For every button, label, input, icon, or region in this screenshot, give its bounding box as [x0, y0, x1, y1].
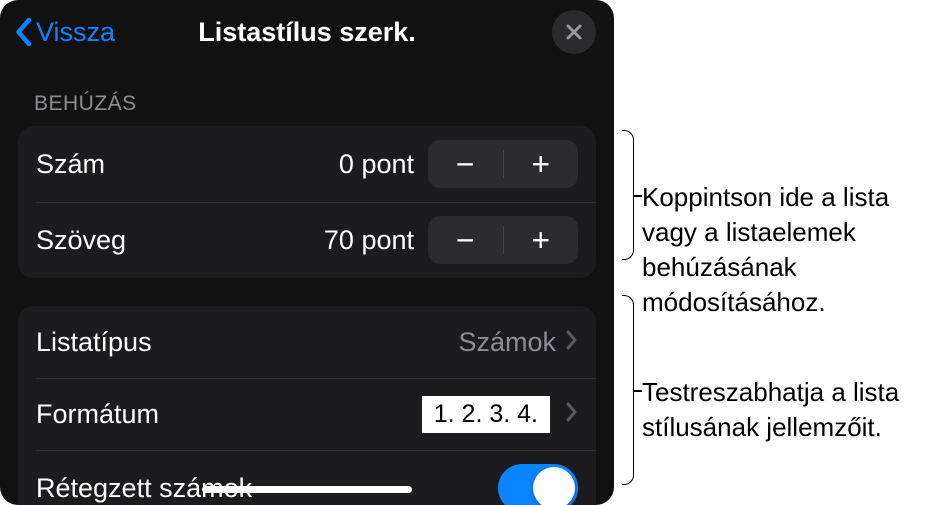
style-group: Listatípus Számok Formátum 1. 2. 3. 4. R… [18, 306, 596, 505]
page-title: Listastílus szerk. [198, 17, 416, 48]
section-label: BEHÚZÁS [0, 64, 614, 126]
tiered-numbers-toggle[interactable] [498, 464, 578, 505]
callout-line [634, 195, 642, 197]
format-label: Formátum [36, 399, 422, 430]
close-button[interactable] [552, 10, 596, 54]
header: Vissza Listastílus szerk. [0, 0, 614, 64]
style-annotation: Testreszabhatja a lista stílusának jelle… [642, 375, 942, 445]
callout-bracket [622, 295, 634, 485]
home-indicator [202, 486, 412, 493]
indent-number-row: Szám 0 pont − + [18, 126, 596, 202]
callout-line [634, 390, 642, 392]
format-preview: 1. 2. 3. 4. [422, 396, 550, 433]
indent-text-label: Szöveg [36, 225, 324, 256]
increment-button[interactable]: + [504, 216, 579, 264]
list-type-row[interactable]: Listatípus Számok [18, 306, 596, 378]
indent-text-stepper: − + [428, 216, 578, 264]
back-button[interactable]: Vissza [14, 17, 115, 48]
indent-text-value: 70 pont [324, 225, 414, 256]
chevron-right-icon [566, 330, 578, 355]
format-row[interactable]: Formátum 1. 2. 3. 4. [18, 378, 596, 450]
list-type-label: Listatípus [36, 327, 458, 358]
indent-text-row: Szöveg 70 pont − + [18, 202, 596, 278]
decrement-button[interactable]: − [428, 140, 503, 188]
indent-annotation: Koppintson ide a lista vagy a listaeleme… [642, 180, 942, 320]
annotations: Koppintson ide a lista vagy a listaeleme… [614, 0, 952, 505]
increment-button[interactable]: + [504, 140, 579, 188]
indent-number-stepper: − + [428, 140, 578, 188]
indent-number-value: 0 pont [339, 149, 414, 180]
tiered-numbers-row: Rétegzett számok [18, 450, 596, 505]
toggle-knob [533, 467, 575, 505]
indent-number-label: Szám [36, 149, 339, 180]
close-icon [565, 23, 583, 41]
list-type-value: Számok [458, 327, 556, 358]
chevron-left-icon [14, 17, 32, 47]
back-label: Vissza [36, 17, 115, 48]
callout-bracket [622, 130, 634, 260]
decrement-button[interactable]: − [428, 216, 503, 264]
chevron-right-icon [566, 402, 578, 427]
indent-group: Szám 0 pont − + Szöveg 70 pont − + [18, 126, 596, 278]
settings-panel: Vissza Listastílus szerk. BEHÚZÁS Szám 0… [0, 0, 614, 505]
